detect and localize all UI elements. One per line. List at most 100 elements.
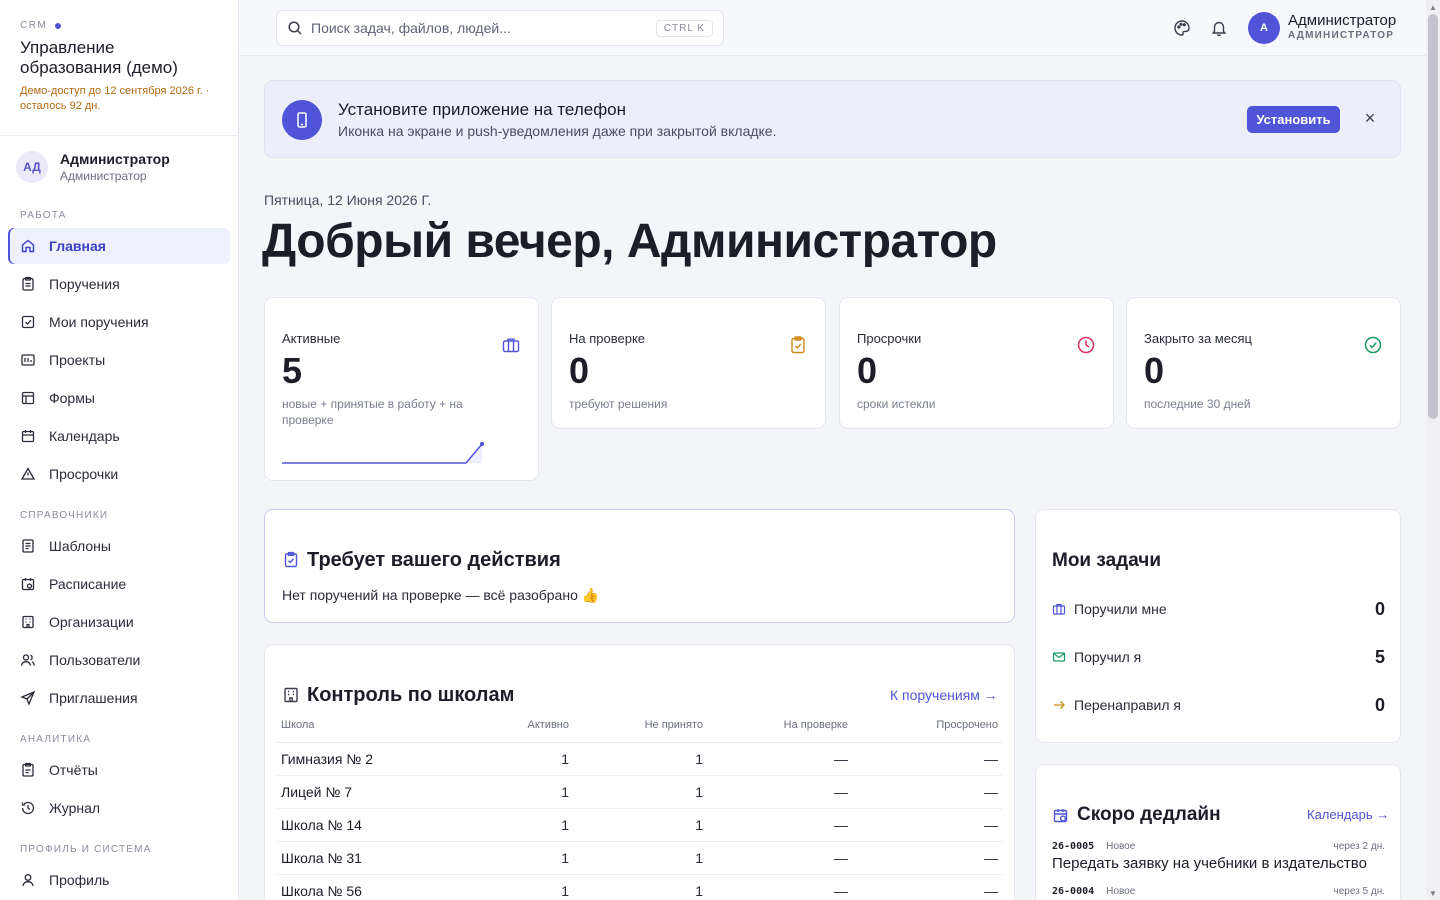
- stat-label: Активные: [282, 331, 341, 346]
- sidebar-item-reports[interactable]: Отчёты: [8, 752, 230, 788]
- table-row[interactable]: Лицей № 7 1 1 — —: [277, 775, 1002, 809]
- column-header[interactable]: На проверке: [707, 719, 852, 743]
- stat-value: 0: [1144, 350, 1165, 391]
- sidebar-item-label: Расписание: [49, 576, 127, 592]
- sidebar-item-projects[interactable]: Проекты: [8, 342, 230, 378]
- task-label: Перенаправил я: [1074, 697, 1181, 713]
- my-tasks-card: Мои задачи Поручили мне 0 Поручил я 5 Пе…: [1035, 509, 1401, 743]
- column-header[interactable]: Школа: [277, 719, 467, 743]
- sidebar-item-journal[interactable]: Журнал: [8, 790, 230, 826]
- user-menu[interactable]: Администратор АДМИНИСТРАТОР: [1288, 12, 1396, 41]
- page-scrollbar[interactable]: ▲ ▼: [1426, 0, 1440, 900]
- sidebar-item-label: Просрочки: [49, 466, 119, 482]
- install-button[interactable]: Установить: [1247, 106, 1340, 133]
- cell-overdue: —: [852, 874, 1002, 900]
- task-label: Поручил я: [1074, 649, 1142, 665]
- stat-card-review[interactable]: На проверке 0 требуют решения: [551, 297, 826, 429]
- status-dot: [55, 22, 62, 29]
- scroll-up-icon[interactable]: ▲: [1426, 0, 1440, 14]
- stat-card-active[interactable]: Активные 5 новые + принятые в работу + н…: [264, 297, 539, 481]
- table-row[interactable]: Школа № 14 1 1 — —: [277, 808, 1002, 842]
- task-count: 0: [1374, 598, 1385, 619]
- nav-section-refs: Справочники: [20, 510, 109, 521]
- sidebar-item-label: Профиль: [49, 872, 110, 888]
- school-name: Гимназия № 2: [277, 742, 467, 776]
- scroll-down-icon[interactable]: ▼: [1426, 886, 1440, 900]
- card-title: Контроль по школам: [307, 684, 515, 706]
- sidebar-user[interactable]: АД Администратор Администратор: [0, 136, 238, 198]
- close-icon[interactable]: ×: [1362, 109, 1378, 127]
- sidebar-item-assignments[interactable]: Поручения: [8, 266, 230, 302]
- clock-icon: [1077, 336, 1095, 354]
- warning-icon: [20, 467, 36, 480]
- sidebar-item-overdue[interactable]: Просрочки: [8, 456, 230, 492]
- sidebar: CRM Управление образования (демо) Демо-д…: [0, 0, 239, 900]
- sidebar-item-templates[interactable]: Шаблоны: [8, 528, 230, 564]
- sidebar-item-users[interactable]: Пользователи: [8, 642, 230, 678]
- stat-card-closed[interactable]: Закрыто за месяц 0 последние 30 дней: [1126, 297, 1401, 429]
- notifications-button[interactable]: [1209, 18, 1229, 38]
- building-icon: [22, 615, 34, 629]
- brand-tag: CRM: [20, 20, 218, 31]
- calendar-link[interactable]: Календарь →: [1307, 807, 1389, 822]
- palette-icon: [1174, 20, 1190, 36]
- column-header[interactable]: Активно: [467, 719, 573, 743]
- sidebar-item-invitations[interactable]: Приглашения: [8, 680, 230, 716]
- sidebar-item-label: Поручения: [49, 276, 120, 292]
- search-shortcut: CTRL K: [655, 19, 713, 37]
- stat-card-overdue[interactable]: Просрочки 0 сроки истекли: [839, 297, 1114, 429]
- column-header[interactable]: Не принято: [573, 719, 707, 743]
- theme-palette-button[interactable]: [1172, 18, 1192, 38]
- cell-overdue: —: [852, 841, 1002, 875]
- cell-overdue: —: [852, 808, 1002, 842]
- card-title: Скоро дедлайн: [1077, 804, 1221, 825]
- sidebar-item-calendar[interactable]: Календарь: [8, 418, 230, 454]
- scroll-thumb[interactable]: [1428, 14, 1438, 419]
- task-row-assigned-to-me[interactable]: Поручили мне 0: [1052, 598, 1385, 620]
- avatar[interactable]: A: [1248, 12, 1280, 44]
- banner-title: Установите приложение на телефон: [338, 100, 627, 119]
- sidebar-item-my-assignments[interactable]: Мои поручения: [8, 304, 230, 340]
- task-row-assigned-by-me[interactable]: Поручил я 5: [1052, 646, 1385, 668]
- table-row[interactable]: Гимназия № 2 1 1 — —: [277, 742, 1002, 776]
- sidebar-item-organizations[interactable]: Организации: [8, 604, 230, 640]
- avatar: АД: [16, 151, 48, 183]
- checkbox-icon: [21, 315, 35, 329]
- column-header[interactable]: Просрочено: [852, 719, 1002, 743]
- task-id: 26-0004: [1052, 886, 1095, 897]
- cell-overdue: —: [852, 742, 1002, 776]
- table-row[interactable]: Школа № 31 1 1 — —: [277, 841, 1002, 875]
- school-name: Школа № 31: [277, 841, 467, 875]
- deadline-item[interactable]: 26-0004 Новое через 5 дн.: [1052, 886, 1385, 897]
- to-assignments-link[interactable]: К поручениям →: [890, 687, 998, 703]
- cell-review: —: [707, 874, 852, 900]
- sidebar-item-schedule[interactable]: Расписание: [8, 566, 230, 602]
- sidebar-item-home[interactable]: Главная: [8, 228, 230, 264]
- search-input[interactable]: Поиск задач, файлов, людей... CTRL K: [276, 10, 724, 46]
- task-row-redirected-by-me[interactable]: Перенаправил я 0: [1052, 694, 1385, 716]
- search-icon: [288, 21, 302, 35]
- bell-icon: [1211, 21, 1227, 37]
- schedule-icon: [21, 578, 35, 591]
- task-label: Поручили мне: [1074, 601, 1167, 617]
- clipboard-icon: [22, 276, 34, 291]
- cell-review: —: [707, 808, 852, 842]
- sidebar-item-label: Проекты: [49, 352, 106, 368]
- schools-table: Школа Активно Не принято На проверке Про…: [277, 719, 1002, 900]
- table-row[interactable]: Школа № 56 1 1 — —: [277, 874, 1002, 900]
- nav-section-analytics: Аналитика: [20, 734, 92, 745]
- cell-review: —: [707, 775, 852, 809]
- briefcase-icon: [502, 338, 520, 353]
- sparkline-chart: [282, 442, 484, 464]
- users-icon: [20, 654, 36, 666]
- user-role: АДМИНИСТРАТОР: [1288, 30, 1395, 41]
- deadline-item[interactable]: 26-0005 Новое через 2 дн. Передать заявк…: [1052, 841, 1385, 872]
- stat-value: 5: [282, 350, 303, 391]
- send-icon: [20, 690, 36, 706]
- task-title: Передать заявку на учебники в издательст…: [1052, 855, 1367, 872]
- sidebar-item-label: Формы: [49, 390, 95, 406]
- sidebar-item-profile[interactable]: Профиль: [8, 862, 230, 898]
- sidebar-item-forms[interactable]: Формы: [8, 380, 230, 416]
- cell-not-accepted: 1: [573, 874, 707, 900]
- cell-not-accepted: 1: [573, 742, 707, 776]
